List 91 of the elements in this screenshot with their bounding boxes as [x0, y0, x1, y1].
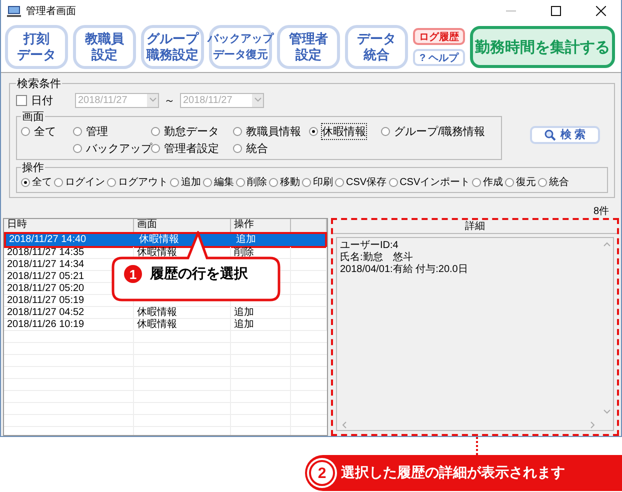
radio-label[interactable]: 復元 [516, 175, 536, 189]
panel-title: 詳細 [333, 220, 617, 234]
search-icon [544, 128, 556, 140]
detail-text: 2018/04/01:有給 付与:20.0日 [340, 264, 469, 276]
radio-label[interactable]: 印刷 [313, 175, 333, 189]
group-title: 操作 [21, 161, 45, 175]
radio-button[interactable] [21, 178, 30, 186]
toolbar-button[interactable]: データ 統合 [345, 25, 408, 69]
radio-label[interactable]: 管理者設定 [164, 141, 219, 156]
radio-button[interactable] [388, 178, 398, 186]
maximize-icon [551, 6, 561, 16]
radio-label[interactable]: 移動 [280, 175, 300, 189]
radio-button[interactable] [302, 178, 311, 186]
table-row[interactable]: 2018/11/27 14:40 休暇情報 追加 [6, 234, 325, 246]
radio-label[interactable]: 統合 [549, 175, 570, 189]
table-cell-text: 2018/11/27 14:40 [8, 234, 88, 246]
radio-button[interactable] [107, 178, 116, 186]
close-icon [596, 6, 606, 16]
scroll-left-icon[interactable] [341, 420, 349, 428]
result-count: 8件 [592, 205, 610, 216]
radio-button[interactable] [472, 178, 482, 186]
radio-button[interactable] [236, 178, 245, 186]
radio-button[interactable] [21, 127, 30, 136]
table-cell: 休暇情報 [137, 319, 177, 330]
scroll-up-icon[interactable] [603, 241, 611, 249]
radio-label[interactable]: グループ/職務情報 [394, 124, 486, 139]
table-cell: 2018/11/26 10:19 [4, 319, 134, 331]
table-cell: 2018/11/27 04:52 [4, 307, 134, 319]
radio-button[interactable] [73, 144, 82, 153]
radio-label[interactable]: 勤怠データ [164, 124, 219, 139]
checkbox[interactable] [16, 94, 27, 106]
radio-button[interactable] [309, 127, 318, 136]
table-cell: 追加 [234, 319, 254, 330]
radio-button[interactable] [203, 178, 212, 186]
radio-button[interactable] [151, 144, 160, 153]
radio-label[interactable]: 全て [34, 124, 56, 139]
radio-label[interactable]: 全て [32, 175, 52, 189]
panel-title: 検索条件 [16, 76, 62, 91]
radio-label[interactable]: 教職員情報 [246, 124, 301, 139]
radio-label[interactable]: 作成 [483, 175, 504, 189]
toolbar-button[interactable]: 教職員 設定 [73, 25, 136, 69]
radio-label[interactable]: 管理 [86, 124, 108, 139]
radio-label[interactable]: 削除 [247, 175, 267, 189]
radio-label[interactable]: ログイン [65, 175, 105, 189]
radio-label[interactable]: 編集 [214, 175, 234, 189]
radio-label[interactable]: ログアウト [118, 175, 168, 189]
log-history-button[interactable]: ログ履歴 [413, 28, 465, 45]
callout-text: 選択した履歴の詳細が表示されます [341, 464, 565, 482]
computer-icon [7, 4, 21, 18]
table-cell: 休暇情報 [139, 234, 179, 245]
table-cell: 追加 [234, 307, 254, 318]
step-number: 2 [309, 460, 335, 486]
table-cell: 削除 [234, 247, 254, 258]
radio-button[interactable] [233, 127, 242, 136]
table-cell: 休暇情報 [137, 307, 177, 318]
radio-label[interactable]: バックアップ [86, 141, 152, 156]
table-row[interactable]: 2018/11/26 10:19 休暇情報 追加 [4, 319, 327, 331]
radio-button[interactable] [381, 127, 390, 136]
range-separator: ～ [164, 94, 175, 108]
radio-button[interactable] [335, 178, 344, 186]
radio-label[interactable]: 追加 [181, 175, 201, 189]
radio-button[interactable] [170, 178, 179, 186]
table-cell: 追加 [236, 234, 256, 245]
search-button[interactable]: 検 索 [530, 126, 600, 144]
radio-button[interactable] [54, 178, 63, 186]
checkbox-label[interactable]: 日付 [31, 92, 53, 108]
toolbar-button[interactable]: 打刻 データ [5, 25, 68, 69]
window-title: 管理者画面 [26, 4, 77, 18]
dropdown-icon[interactable] [254, 96, 262, 104]
radio-label[interactable]: CSV保存 [346, 175, 387, 189]
detail-text: ユーザーID:4 [340, 240, 400, 252]
scroll-down-icon[interactable] [603, 408, 611, 416]
radio-button[interactable] [151, 127, 160, 136]
radio-button[interactable] [73, 127, 82, 136]
table-row[interactable]: 2018/11/27 04:52 休暇情報 追加 [4, 307, 327, 319]
table-cell: 休暇情報 [137, 247, 177, 258]
detail-text: 氏名:勤怠 悠斗 [340, 252, 414, 264]
group-title: 画面 [21, 110, 45, 124]
radio-button[interactable] [233, 144, 242, 153]
dropdown-icon[interactable] [148, 96, 156, 104]
toolbar-button[interactable]: 管理者 設定 [277, 25, 340, 69]
radio-button[interactable] [269, 178, 278, 186]
toolbar-button[interactable]: グループ 職務設定 [141, 25, 204, 69]
help-button[interactable]: ? ヘルプ [413, 49, 465, 66]
radio-label[interactable]: CSVインポート [400, 175, 470, 189]
radio-button[interactable] [538, 178, 548, 186]
radio-button[interactable] [505, 178, 514, 186]
toolbar-button[interactable]: バックアップ データ復元 [209, 25, 272, 69]
radio-label[interactable]: 休暇情報 [322, 124, 366, 139]
scroll-right-icon[interactable] [589, 420, 597, 428]
radio-label[interactable]: 統合 [246, 141, 268, 156]
